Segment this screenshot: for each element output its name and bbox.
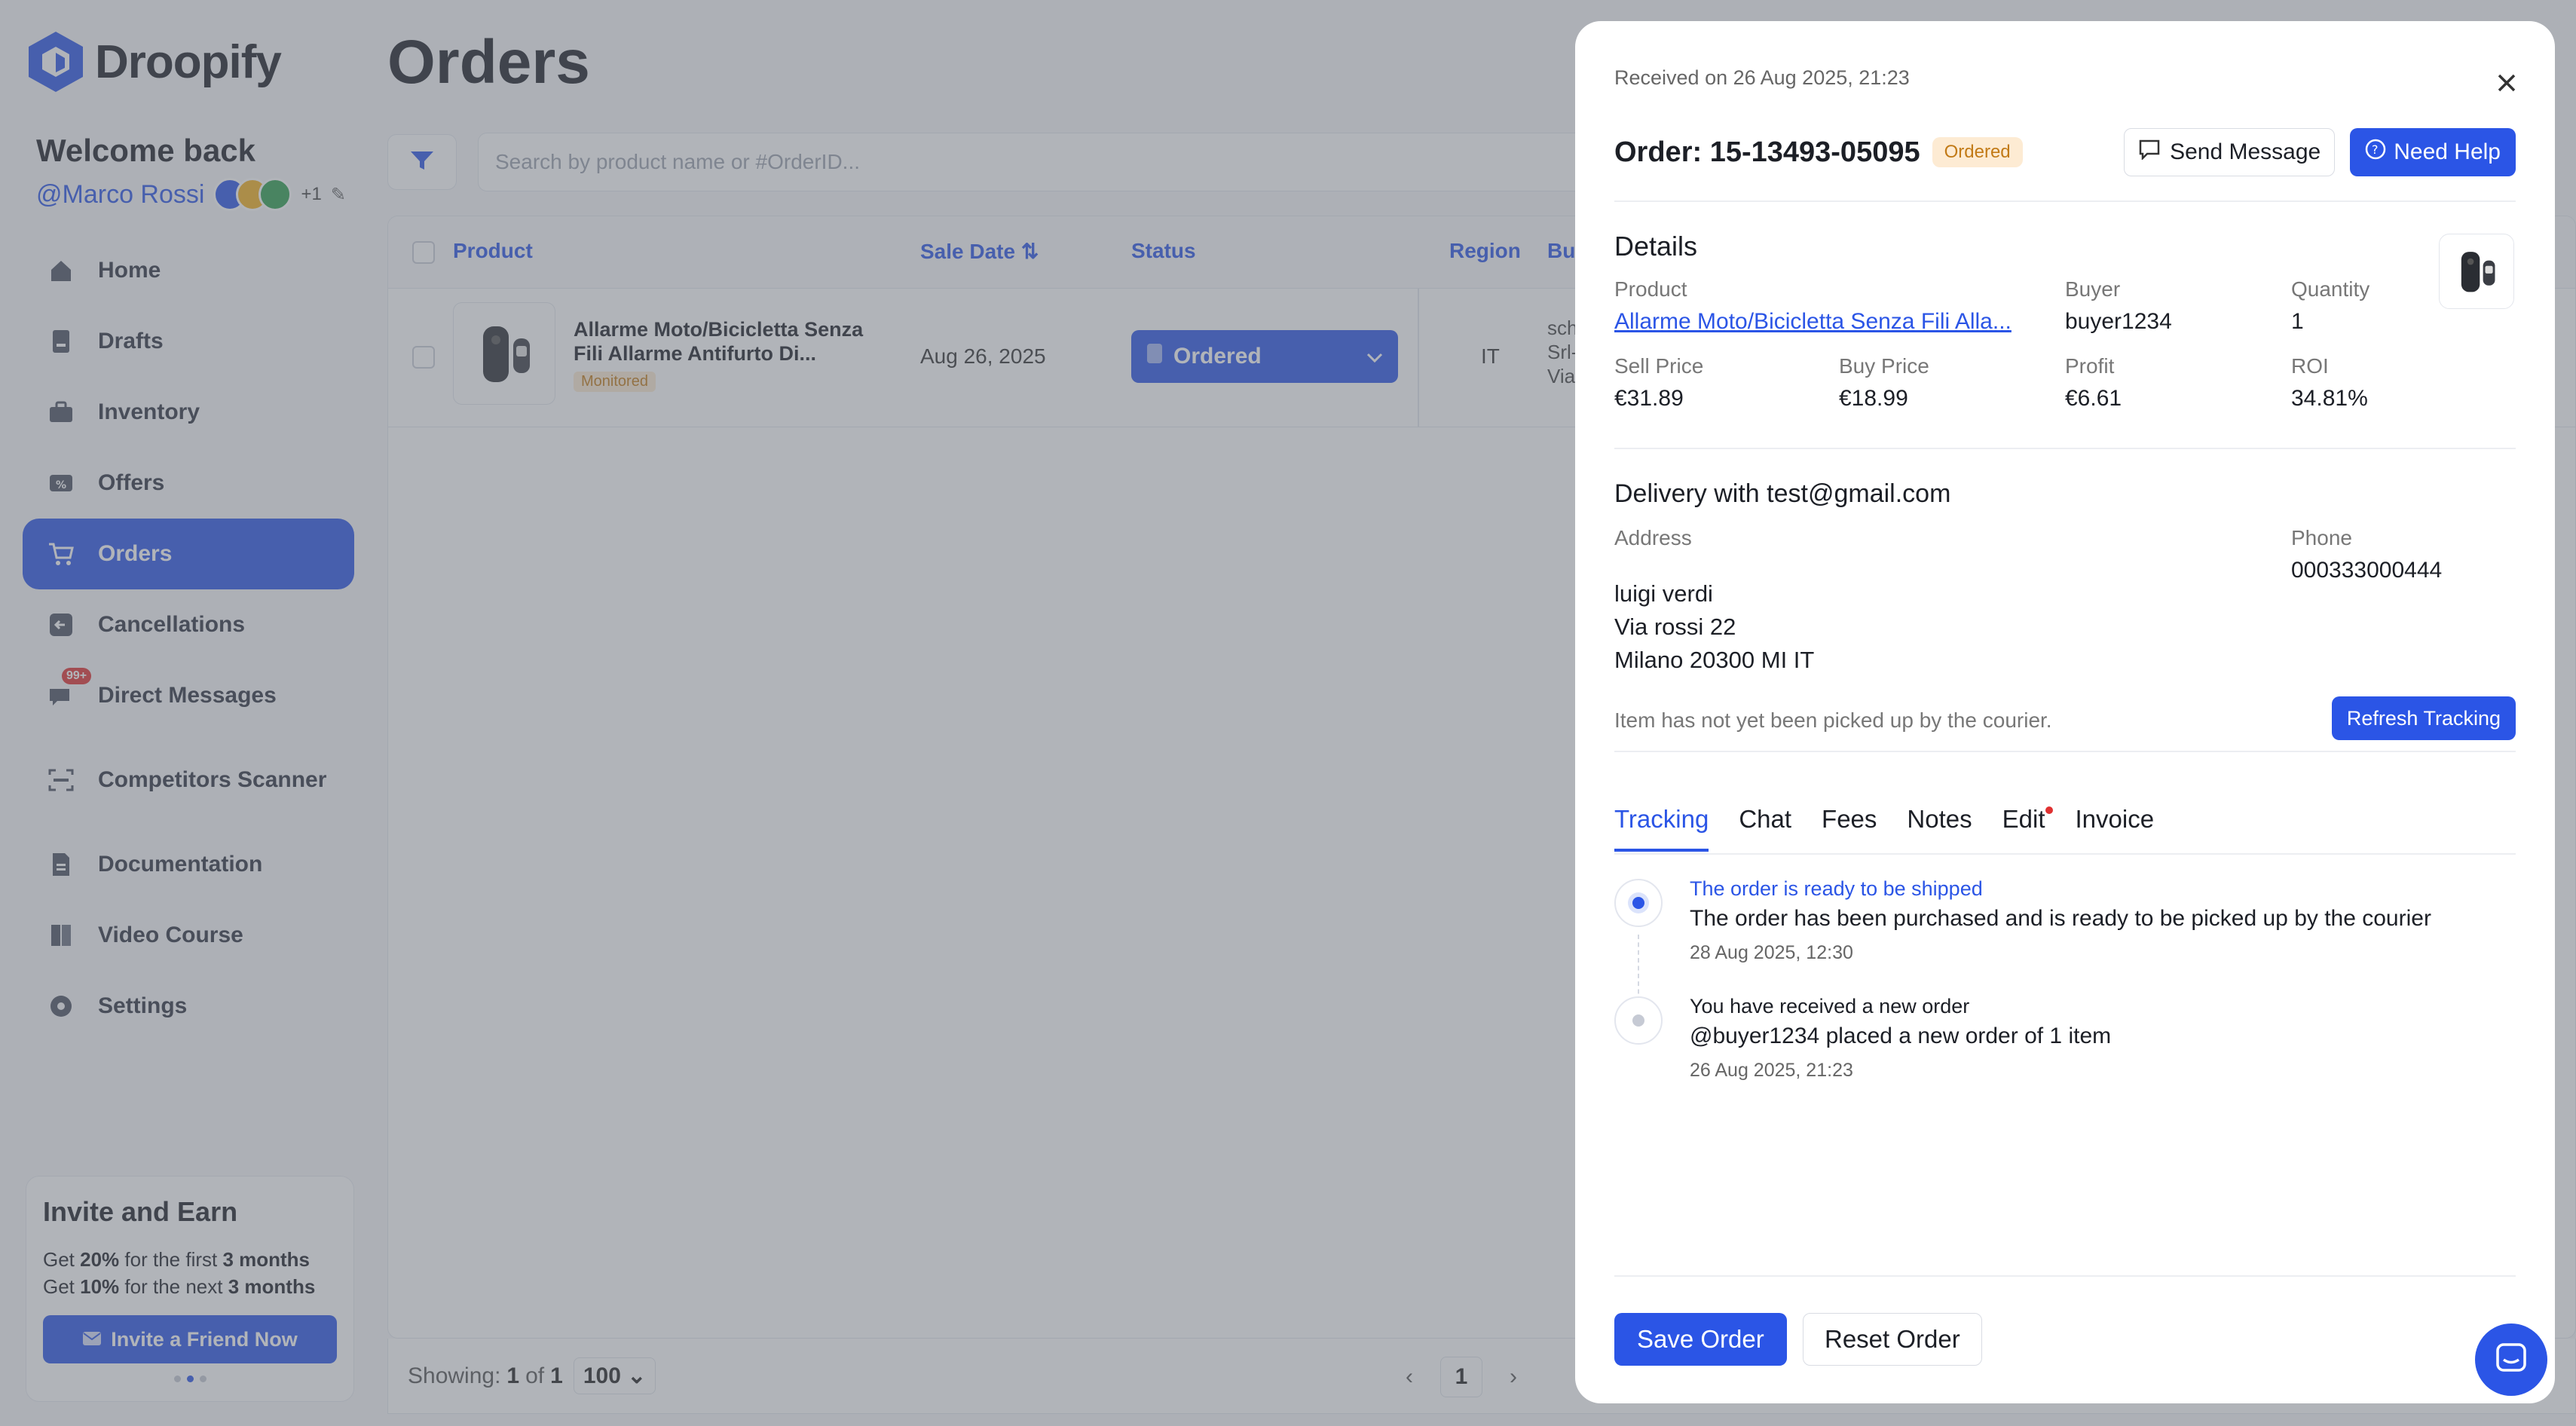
timeline-title: You have received a new order (1690, 995, 1970, 1017)
sell-price-label: Sell Price (1614, 354, 1704, 378)
timeline-dot-inner (1632, 897, 1644, 909)
timeline-dot-active (1614, 879, 1663, 927)
support-chat-button[interactable] (2475, 1323, 2547, 1396)
save-order-button[interactable]: Save Order (1614, 1313, 1787, 1366)
timeline-desc: The order has been purchased and is read… (1690, 906, 2431, 931)
tab-chat[interactable]: Chat (1739, 805, 1791, 852)
buyer-value: buyer1234 (2065, 309, 2172, 334)
divider (1614, 448, 2516, 449)
product-image (2461, 252, 2495, 292)
buyer-label: Buyer (2065, 277, 2121, 301)
tab-notes[interactable]: Notes (1907, 805, 1972, 852)
chat-bubble-icon (2138, 139, 2161, 166)
address-block: luigi verdi Via rossi 22 Milano 20300 MI… (1614, 577, 1814, 677)
order-detail-panel: Received on 26 Aug 2025, 21:23 Order: 15… (1575, 21, 2555, 1403)
tab-tracking[interactable]: Tracking (1614, 805, 1709, 852)
roi-value: 34.81% (2291, 386, 2368, 411)
roi-label: ROI (2291, 354, 2329, 378)
status-badge: Ordered (1932, 137, 2023, 167)
send-message-label: Send Message (2170, 139, 2321, 164)
chat-icon (2494, 1341, 2529, 1379)
divider (1614, 200, 2516, 202)
product-label: Product (1614, 277, 1687, 301)
buy-price-value: €18.99 (1839, 386, 1908, 411)
refresh-tracking-button[interactable]: Refresh Tracking (2331, 696, 2516, 740)
timeline-desc: @buyer1234 placed a new order of 1 item (1690, 1024, 2112, 1048)
unsaved-dot (2045, 806, 2053, 814)
tab-invoice[interactable]: Invoice (2076, 805, 2155, 852)
address-line: Via rossi 22 (1614, 614, 1736, 640)
divider (1614, 1275, 2516, 1277)
address-line: Milano 20300 MI IT (1614, 647, 1815, 673)
divider (1614, 751, 2516, 752)
panel-tabs: Tracking Chat Fees Notes Edit Invoice (1614, 805, 2154, 852)
product-link[interactable]: Allarme Moto/Bicicletta Senza Fili Alla.… (1614, 309, 2036, 335)
send-message-button[interactable]: Send Message (2124, 128, 2336, 176)
buy-price-label: Buy Price (1839, 354, 1929, 378)
address-line: luigi verdi (1614, 580, 1713, 607)
address-label: Address (1614, 526, 1692, 549)
tab-fees[interactable]: Fees (1822, 805, 1877, 852)
timeline-title: The order is ready to be shipped (1690, 877, 1983, 900)
timeline-time: 28 Aug 2025, 12:30 (1690, 942, 1853, 963)
phone-value: 000333000444 (2291, 558, 2443, 583)
tab-label: Edit (2002, 805, 2045, 833)
profit-value: €6.61 (2065, 386, 2122, 411)
phone-label: Phone (2291, 526, 2352, 549)
product-thumbnail (2439, 234, 2514, 309)
timeline-time: 26 Aug 2025, 21:23 (1690, 1060, 1853, 1081)
quantity-value: 1 (2291, 309, 2304, 334)
order-header: Order: 15-13493-05095 Ordered Send Messa… (1614, 128, 2516, 176)
delivery-title: Delivery with test@gmail.com (1614, 479, 1951, 508)
tabs-underline (1614, 853, 2516, 855)
quantity-label: Quantity (2291, 277, 2370, 301)
received-date: Received on 26 Aug 2025, 21:23 (1614, 66, 1910, 89)
need-help-button[interactable]: ? Need Help (2350, 128, 2516, 176)
tab-edit[interactable]: Edit (2002, 805, 2053, 852)
reset-order-button[interactable]: Reset Order (1803, 1313, 1982, 1366)
question-icon: ? (2365, 139, 2386, 166)
details-title: Details (1614, 231, 1698, 262)
close-icon[interactable] (2492, 68, 2522, 98)
timeline-dot (1614, 996, 1663, 1045)
profit-label: Profit (2065, 354, 2115, 378)
svg-text:?: ? (2372, 142, 2379, 157)
need-help-label: Need Help (2394, 139, 2501, 164)
order-title: Order: 15-13493-05095 (1614, 136, 1920, 168)
sell-price-value: €31.89 (1614, 386, 1684, 411)
timeline-dot-inner (1632, 1014, 1644, 1027)
tracking-status-text: Item has not yet been picked up by the c… (1614, 708, 2052, 732)
